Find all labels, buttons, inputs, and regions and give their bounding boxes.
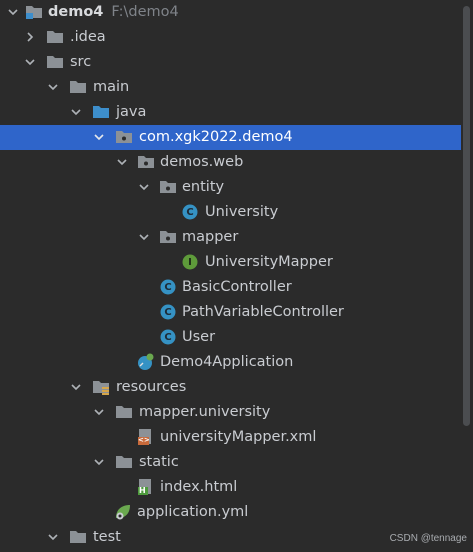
tree-row-demo4-application[interactable]: Demo4Application	[0, 350, 461, 375]
tree-row-java[interactable]: java	[0, 100, 461, 125]
spring-boot-class-icon	[137, 353, 155, 371]
package-icon	[159, 178, 177, 196]
tree-item-label: index.html	[160, 479, 238, 495]
chevron-down-icon[interactable]	[45, 529, 61, 545]
folder-icon	[115, 453, 133, 471]
folder-icon	[115, 403, 133, 421]
tree-row-university[interactable]: C University	[0, 200, 461, 225]
project-tool-window: demo4 F:\demo4 .idea src main java com.x…	[0, 0, 473, 552]
tree-row-mapper[interactable]: mapper	[0, 225, 461, 250]
tree-item-label: src	[70, 54, 92, 70]
chevron-down-icon[interactable]	[114, 154, 130, 170]
tree-row-university-mapper-xml[interactable]: <> universityMapper.xml	[0, 425, 461, 450]
package-icon	[115, 128, 133, 146]
tree-item-label: static	[139, 454, 179, 470]
xml-file-icon: <>	[137, 428, 155, 446]
html-file-icon: H	[137, 478, 155, 496]
tree-row-user[interactable]: C User	[0, 325, 461, 350]
chevron-down-icon[interactable]	[5, 4, 21, 20]
spring-config-file-icon	[114, 503, 132, 521]
chevron-down-icon[interactable]	[68, 379, 84, 395]
tree-row-path-variable-controller[interactable]: C PathVariableController	[0, 300, 461, 325]
project-root-path: F:\demo4	[111, 4, 179, 20]
tree-row-mapper-university[interactable]: mapper.university	[0, 400, 461, 425]
class-badge-letter: C	[164, 281, 172, 293]
tree-row-application-yml[interactable]: application.yml	[0, 500, 461, 525]
chevron-down-icon[interactable]	[91, 404, 107, 420]
folder-icon	[46, 28, 64, 46]
chevron-down-icon[interactable]	[136, 179, 152, 195]
tree-item-label: User	[182, 329, 216, 345]
tree-row-static[interactable]: static	[0, 450, 461, 475]
tree-item-label: Demo4Application	[160, 354, 294, 370]
tree-item-label: com.xgk2022.demo4	[139, 129, 293, 145]
chevron-right-icon[interactable]	[22, 29, 38, 45]
folder-icon	[69, 528, 87, 546]
tree-row-index-html[interactable]: H index.html	[0, 475, 461, 500]
class-badge-letter: C	[186, 206, 194, 218]
tree-item-label: entity	[182, 179, 225, 195]
chevron-down-icon[interactable]	[136, 229, 152, 245]
tree-item-label: java	[116, 104, 147, 120]
tree-row-demos-web[interactable]: demos.web	[0, 150, 461, 175]
vertical-scrollbar[interactable]	[463, 6, 470, 426]
class-icon: C	[159, 278, 177, 296]
chevron-down-icon[interactable]	[45, 79, 61, 95]
folder-icon	[69, 78, 87, 96]
tree-row-entity[interactable]: entity	[0, 175, 461, 200]
source-folder-icon	[92, 103, 110, 121]
tree-item-label: PathVariableController	[182, 304, 344, 320]
tree-item-label: resources	[116, 379, 187, 395]
interface-icon: I	[181, 253, 199, 271]
package-icon	[159, 228, 177, 246]
class-icon: C	[159, 328, 177, 346]
tree-item-label: main	[93, 79, 130, 95]
xml-badge: <>	[138, 436, 150, 444]
tree-item-label: test	[93, 529, 121, 545]
tree-item-label: mapper.university	[139, 404, 271, 420]
tree-item-label: .idea	[70, 29, 106, 45]
chevron-down-icon[interactable]	[91, 454, 107, 470]
tree-row-com-xgk2022-demo4[interactable]: com.xgk2022.demo4	[0, 125, 461, 150]
project-root-label: demo4 F:\demo4	[48, 4, 179, 20]
tree-item-label: application.yml	[137, 504, 249, 520]
folder-icon	[46, 53, 64, 71]
tree-item-label: UniversityMapper	[205, 254, 333, 270]
class-badge-letter: C	[164, 331, 172, 343]
chevron-down-icon[interactable]	[22, 54, 38, 70]
tree-row-src[interactable]: src	[0, 50, 461, 75]
watermark: CSDN @tennage	[389, 533, 467, 544]
tree-row-idea[interactable]: .idea	[0, 25, 461, 50]
tree-row-basic-controller[interactable]: C BasicController	[0, 275, 461, 300]
tree-item-label: mapper	[182, 229, 239, 245]
class-icon: C	[159, 303, 177, 321]
tree-item-label: demos.web	[160, 154, 244, 170]
package-icon	[137, 153, 155, 171]
chevron-down-icon[interactable]	[91, 129, 107, 145]
tree-row-resources[interactable]: resources	[0, 375, 461, 400]
tree-row-main[interactable]: main	[0, 75, 461, 100]
class-icon: C	[181, 203, 199, 221]
module-folder-icon	[25, 3, 43, 21]
tree-item-label: University	[205, 204, 279, 220]
interface-badge-letter: I	[188, 256, 192, 268]
class-badge-letter: C	[164, 306, 172, 318]
tree-item-label: universityMapper.xml	[160, 429, 317, 445]
tree-item-label: BasicController	[182, 279, 292, 295]
chevron-down-icon[interactable]	[68, 104, 84, 120]
tree-row-demo4[interactable]: demo4 F:\demo4	[0, 0, 461, 25]
tree-row-university-mapper[interactable]: I UniversityMapper	[0, 250, 461, 275]
resources-folder-icon	[92, 378, 110, 396]
html-badge: H	[139, 486, 146, 495]
